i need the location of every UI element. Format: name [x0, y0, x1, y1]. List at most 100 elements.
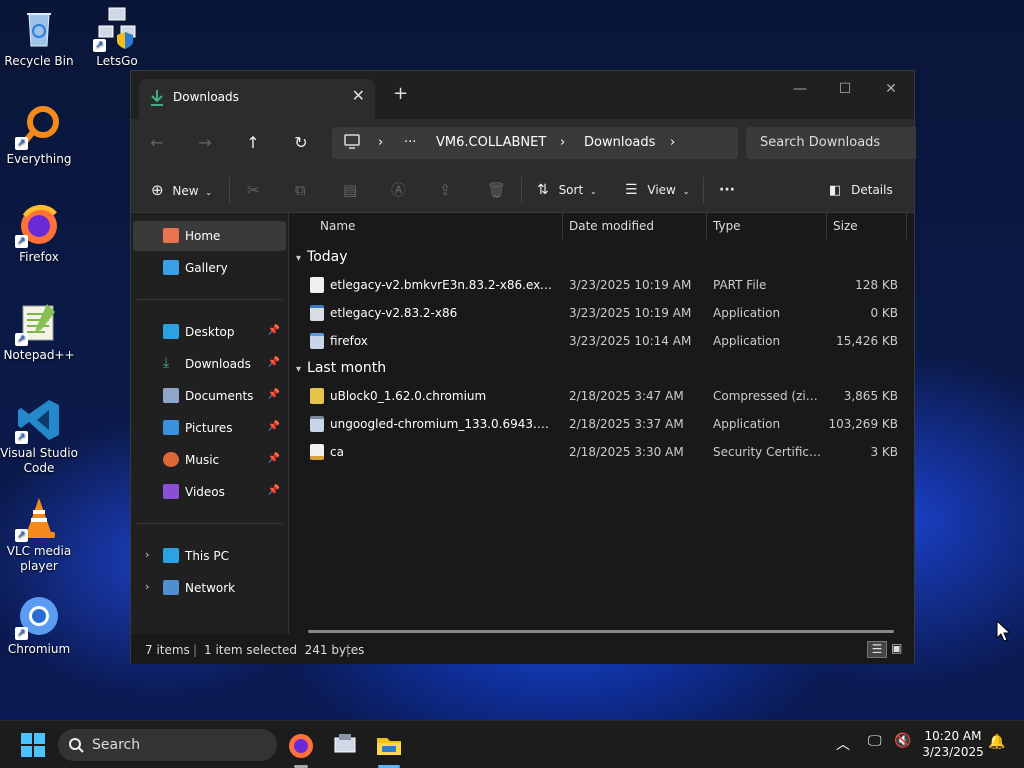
- nav-item-music[interactable]: Music 📌: [133, 445, 286, 475]
- vlc-cone-icon: ↗: [15, 496, 61, 542]
- search-input[interactable]: Search Downloads: [746, 127, 916, 159]
- pin-icon[interactable]: 📌: [268, 357, 280, 368]
- nav-item-downloads[interactable]: ⤓ Downloads 📌: [133, 349, 286, 379]
- nav-item-home[interactable]: Home: [133, 221, 286, 251]
- everything-magnifier-icon: ↗: [15, 104, 61, 150]
- clock[interactable]: 10:20 AM 3/23/2025: [918, 728, 988, 760]
- vscode-icon: ↗: [15, 398, 61, 444]
- speaker-muted-icon[interactable]: 🔇: [894, 733, 911, 749]
- view-button[interactable]: ☰ View ⌄: [625, 179, 689, 201]
- file-row[interactable]: firefox 3/23/2025 10:14 AM Application 1…: [304, 327, 904, 355]
- forward-button[interactable]: →: [191, 131, 219, 155]
- pin-icon[interactable]: 📌: [268, 485, 280, 496]
- maximize-button[interactable]: ☐: [830, 77, 860, 101]
- close-window-button[interactable]: ✕: [876, 77, 906, 101]
- chevron-down-icon: ⌄: [590, 187, 597, 196]
- home-icon: [163, 228, 179, 243]
- desktop-icon-chromium[interactable]: ↗ Chromium: [0, 594, 78, 657]
- pin-icon[interactable]: 📌: [268, 421, 280, 432]
- pin-icon[interactable]: 📌: [268, 325, 280, 336]
- file-row[interactable]: uBlock0_1.62.0.chromium 2/18/2025 3:47 A…: [304, 382, 904, 410]
- chevron-right-icon: ›: [670, 135, 676, 150]
- file-row[interactable]: ungoogled-chromium_133.0.6943.53-1.1... …: [304, 410, 904, 438]
- taskbar: Search ︿ 🖵 🔇 10:20 AM 3/23/2025 🔔: [0, 720, 1024, 768]
- chevron-right-icon[interactable]: ›: [145, 548, 149, 561]
- desktop-icon-letsgo[interactable]: ↗ LetsGo: [78, 6, 156, 69]
- taskbar-search[interactable]: Search: [58, 729, 277, 761]
- paste-icon[interactable]: ▤: [343, 179, 357, 201]
- desktop-icon-vlc[interactable]: ↗ VLC media player: [0, 496, 78, 574]
- taskbar-file-explorer-icon[interactable]: [374, 730, 404, 760]
- sort-button[interactable]: ⇅ Sort ⌄: [537, 179, 597, 201]
- nav-item-gallery[interactable]: Gallery: [133, 253, 286, 283]
- tiles-view-icon[interactable]: ▣: [891, 641, 902, 655]
- nav-item-documents[interactable]: Documents 📌: [133, 381, 286, 411]
- nav-item-videos[interactable]: Videos 📌: [133, 477, 286, 507]
- shortcut-arrow-icon: ↗: [93, 39, 106, 52]
- divider: [706, 213, 707, 239]
- divider: |: [193, 643, 198, 657]
- address-bar[interactable]: › ··· VM6.COLLABNET › Downloads ›: [332, 127, 738, 159]
- file-row[interactable]: etlegacy-v2.bmkvrE3n.83.2-x86.exe.part 3…: [304, 271, 904, 299]
- nav-item-desktop[interactable]: Desktop 📌: [133, 317, 286, 347]
- nav-item-this-pc[interactable]: › This PC: [133, 541, 286, 571]
- desktop-icon-vscode[interactable]: ↗ Visual Studio Code: [0, 398, 78, 476]
- file-row[interactable]: ca 2/18/2025 3:30 AM Security Certificat…: [304, 438, 904, 466]
- up-button[interactable]: ↑: [239, 131, 267, 155]
- new-tab-button[interactable]: +: [393, 83, 408, 104]
- breadcrumb-vm6[interactable]: VM6.COLLABNET: [436, 135, 546, 150]
- cut-icon[interactable]: ✂: [247, 179, 260, 201]
- download-arrow-icon: ⤓: [163, 355, 170, 371]
- start-button[interactable]: [18, 730, 48, 760]
- delete-icon[interactable]: 🗑: [487, 179, 506, 201]
- divider: [562, 213, 563, 239]
- chevron-up-icon[interactable]: ︿: [836, 734, 850, 754]
- breadcrumb-downloads[interactable]: Downloads: [584, 135, 655, 150]
- divider: [906, 213, 907, 239]
- desktop-icon-everything[interactable]: ↗ Everything: [0, 104, 78, 167]
- notification-bell-icon[interactable]: 🔔: [988, 734, 1005, 750]
- taskbar-letsgo-icon[interactable]: [330, 730, 360, 760]
- desktop-icon-firefox[interactable]: ↗ Firefox: [0, 202, 78, 265]
- tab-downloads[interactable]: Downloads ✕: [139, 79, 375, 119]
- group-header-today[interactable]: ▾ Today: [296, 249, 348, 265]
- desktop-icon-notepadpp[interactable]: ↗ Notepad++: [0, 300, 78, 363]
- firefox-icon: ↗: [15, 202, 61, 248]
- monitor-icon[interactable]: 🖵: [868, 733, 882, 749]
- pin-icon[interactable]: 📌: [268, 453, 280, 464]
- new-button[interactable]: ⊕ New ⌄: [151, 179, 212, 201]
- taskbar-firefox-icon[interactable]: [286, 730, 316, 760]
- nav-item-pictures[interactable]: Pictures 📌: [133, 413, 286, 443]
- copy-icon[interactable]: ⧉: [295, 179, 306, 201]
- share-icon[interactable]: ⇪: [439, 179, 452, 201]
- chevron-down-icon: ▾: [296, 253, 302, 264]
- minimize-button[interactable]: —: [785, 77, 815, 101]
- pin-icon[interactable]: 📌: [268, 389, 280, 400]
- divider: [229, 177, 230, 203]
- search-icon: [69, 738, 84, 753]
- nav-item-network[interactable]: › Network: [133, 573, 286, 603]
- column-header-size[interactable]: Size: [833, 219, 858, 233]
- breadcrumb-more[interactable]: ···: [404, 135, 416, 150]
- desktop-icon-recycle-bin[interactable]: Recycle Bin: [0, 6, 78, 69]
- item-count: 7 items: [145, 643, 190, 657]
- chevron-right-icon[interactable]: ›: [145, 580, 149, 593]
- file-explorer-window: Downloads ✕ + — ☐ ✕ ← → ↑ ↻ › ··· VM6.CO…: [130, 70, 916, 664]
- rename-icon[interactable]: Ⓐ: [391, 179, 406, 201]
- file-row[interactable]: etlegacy-v2.83.2-x86 3/23/2025 10:19 AM …: [304, 299, 904, 327]
- details-pane-button[interactable]: ◧ Details: [829, 179, 893, 201]
- horizontal-scrollbar[interactable]: [308, 630, 894, 633]
- back-button[interactable]: ←: [143, 131, 171, 155]
- column-header-date[interactable]: Date modified: [569, 219, 654, 233]
- network-icon: [163, 580, 179, 595]
- column-header-name[interactable]: Name: [320, 219, 355, 233]
- tab-close-icon[interactable]: ✕: [352, 86, 365, 105]
- taskbar-search-placeholder: Search: [92, 737, 141, 753]
- details-view-icon[interactable]: ☰: [867, 641, 887, 658]
- shortcut-arrow-icon: ↗: [15, 137, 28, 150]
- refresh-button[interactable]: ↻: [287, 131, 315, 155]
- group-header-last-month[interactable]: ▾ Last month: [296, 360, 386, 376]
- column-header-type[interactable]: Type: [713, 219, 741, 233]
- divider: [137, 523, 283, 524]
- more-options-button[interactable]: ···: [719, 179, 735, 201]
